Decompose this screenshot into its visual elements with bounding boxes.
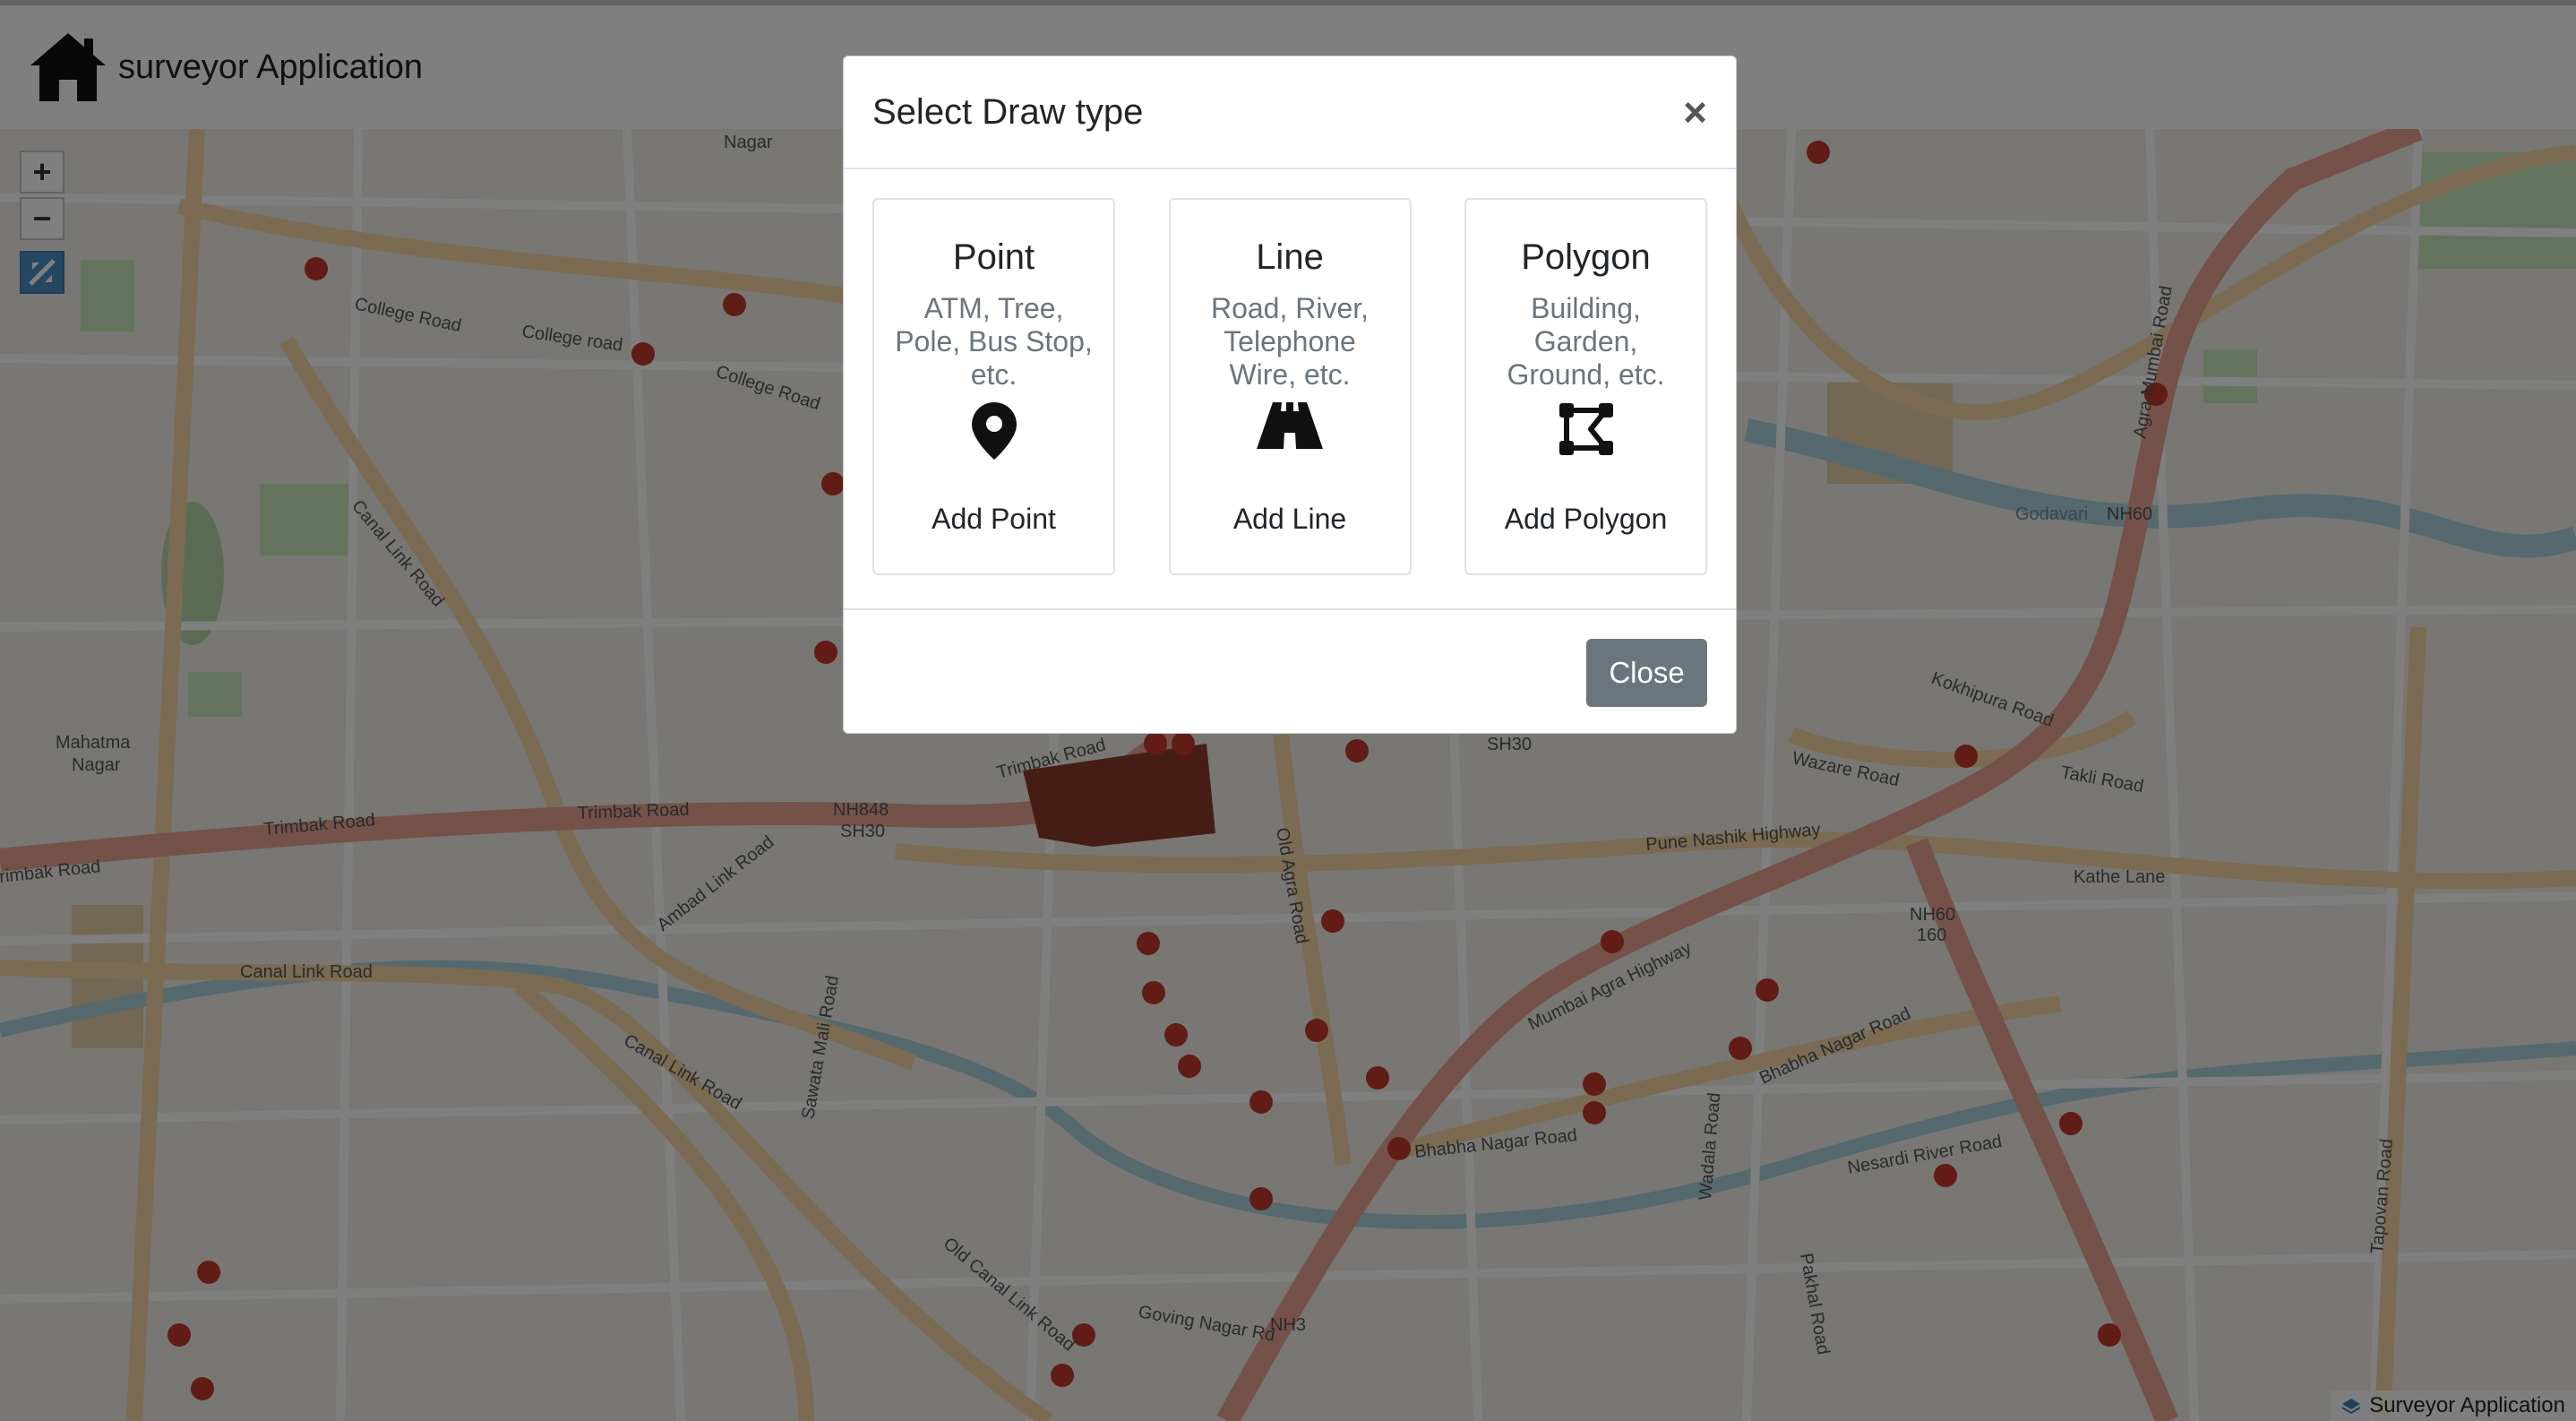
draw-polygon-icon: [1558, 403, 1613, 455]
map-pin-icon: [971, 402, 1017, 460]
draw-option-polygon[interactable]: Polygon Building, Garden, Ground, etc. A…: [1464, 198, 1707, 575]
option-description: Building, Garden, Ground, etc.: [1507, 292, 1665, 391]
modal-title: Select Draw type: [872, 91, 1144, 132]
option-title: Point: [952, 237, 1035, 277]
option-description: Road, River, Telephone Wire, etc.: [1210, 292, 1370, 391]
add-line-button[interactable]: Add Line: [1171, 503, 1410, 536]
option-title: Polygon: [1521, 237, 1651, 277]
road-icon: [1257, 402, 1323, 449]
modal-body: Point ATM, Tree, Pole, Bus Stop, etc. Ad…: [844, 169, 1736, 610]
modal-header: Select Draw type ×: [844, 56, 1736, 169]
select-draw-type-modal: Select Draw type × Point ATM, Tree, Pole…: [843, 56, 1737, 734]
add-point-button[interactable]: Add Point: [874, 503, 1113, 536]
close-icon[interactable]: ×: [1683, 88, 1707, 136]
draw-option-point[interactable]: Point ATM, Tree, Pole, Bus Stop, etc. Ad…: [872, 198, 1115, 575]
option-title: Line: [1256, 237, 1324, 277]
add-polygon-button[interactable]: Add Polygon: [1466, 503, 1705, 536]
modal-footer: Close: [844, 610, 1736, 733]
close-button[interactable]: Close: [1586, 639, 1707, 707]
option-description: ATM, Tree, Pole, Bus Stop, etc.: [895, 292, 1093, 391]
draw-option-line[interactable]: Line Road, River, Telephone Wire, etc. A…: [1168, 198, 1412, 575]
